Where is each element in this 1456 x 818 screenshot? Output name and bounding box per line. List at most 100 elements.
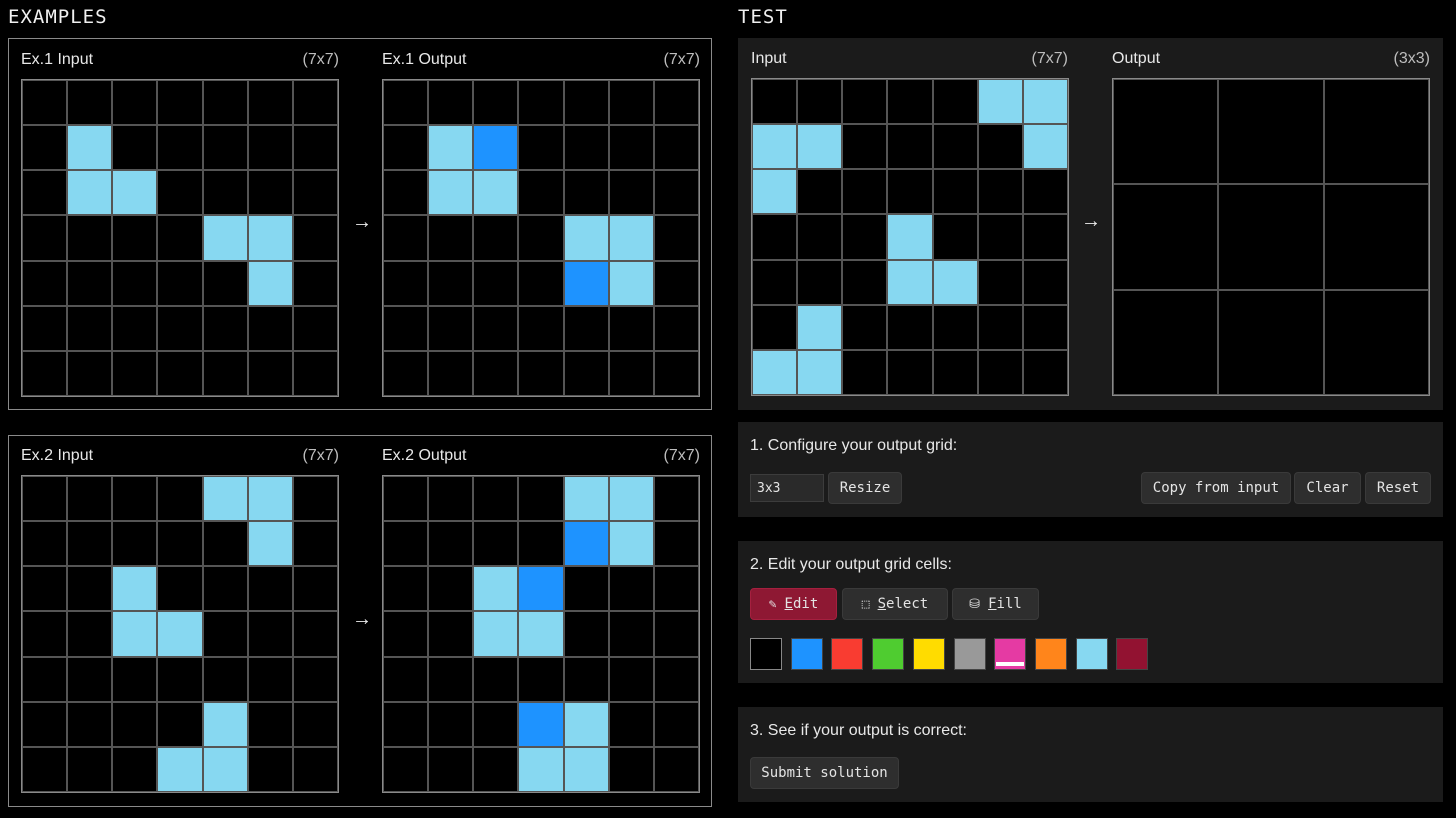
color-swatch[interactable] — [750, 638, 782, 670]
test-input-label: Input — [751, 50, 787, 67]
grid-cell — [842, 304, 888, 350]
grid-cell — [518, 656, 564, 702]
grid-cell — [473, 305, 519, 351]
example-2-output-label: Ex.2 Output — [382, 447, 467, 464]
color-swatch[interactable] — [912, 638, 945, 670]
grid-size-input[interactable] — [750, 474, 824, 502]
grid-cell — [752, 169, 798, 215]
example-2-output-size: (7x7) — [663, 447, 700, 464]
grid-cell — [653, 215, 699, 261]
grid-cell — [247, 125, 293, 171]
fill-tool-button[interactable]: ⛁ Fill — [952, 588, 1039, 620]
grid-cell — [22, 476, 68, 522]
grid-cell — [608, 476, 654, 522]
grid-cell[interactable] — [1218, 184, 1324, 290]
grid-cell — [428, 656, 474, 702]
grid-cell — [428, 476, 474, 522]
grid-cell — [112, 521, 158, 567]
grid-cell — [608, 746, 654, 792]
select-tool-label: elect — [886, 596, 929, 612]
grid-cell — [608, 521, 654, 567]
select-icon: ⬚ — [861, 596, 870, 612]
grid-cell — [608, 611, 654, 657]
test-panel: Input (7x7) → Output (3x3) — [738, 38, 1443, 410]
grid-cell — [247, 476, 293, 522]
grid-cell[interactable] — [1323, 184, 1429, 290]
grid-cell — [887, 259, 933, 305]
grid-cell[interactable] — [1113, 289, 1219, 395]
grid-cell — [292, 260, 338, 306]
grid-cell[interactable] — [1218, 79, 1324, 185]
submit-solution-button[interactable]: Submit solution — [750, 757, 899, 789]
grid-cell — [247, 701, 293, 747]
grid-cell — [428, 521, 474, 567]
fill-tool-label: ill — [996, 596, 1022, 612]
grid-cell[interactable] — [1323, 79, 1429, 185]
grid-cell — [1022, 304, 1068, 350]
grid-cell — [428, 215, 474, 261]
edit-cells-title: 2. Edit your output grid cells: — [750, 556, 952, 573]
grid-cell — [22, 746, 68, 792]
grid-cell — [22, 350, 68, 396]
clear-button[interactable]: Clear — [1294, 472, 1361, 504]
grid-cell — [842, 79, 888, 125]
grid-cell — [247, 656, 293, 702]
grid-cell — [112, 215, 158, 261]
resize-button[interactable]: Resize — [828, 472, 902, 504]
grid-cell[interactable] — [1323, 289, 1429, 395]
grid-cell — [22, 305, 68, 351]
grid-cell — [752, 259, 798, 305]
color-swatch[interactable] — [1075, 638, 1108, 670]
grid-cell — [202, 260, 248, 306]
grid-cell — [653, 746, 699, 792]
grid-cell — [22, 566, 68, 612]
example-1-input-size: (7x7) — [302, 51, 339, 68]
grid-cell — [22, 215, 68, 261]
grid-cell[interactable] — [1218, 289, 1324, 395]
grid-cell — [428, 701, 474, 747]
edit-tool-button[interactable]: ✎ Edit — [750, 588, 837, 620]
color-swatch[interactable] — [1116, 638, 1149, 670]
grid-cell[interactable] — [1113, 79, 1219, 185]
grid-cell — [383, 611, 429, 657]
grid-cell — [157, 170, 203, 216]
grid-cell — [383, 746, 429, 792]
check-output-panel: 3. See if your output is correct: Submit… — [738, 707, 1443, 802]
grid-cell — [202, 215, 248, 261]
test-output-size: (3x3) — [1393, 50, 1430, 67]
grid-cell — [977, 124, 1023, 170]
grid-cell — [653, 260, 699, 306]
grid-cell — [292, 170, 338, 216]
grid-cell — [157, 125, 203, 171]
grid-cell — [112, 701, 158, 747]
color-swatch[interactable] — [790, 638, 823, 670]
color-swatch[interactable] — [872, 638, 905, 670]
grid-cell — [977, 349, 1023, 395]
grid-cell — [932, 79, 978, 125]
color-swatch[interactable] — [831, 638, 864, 670]
grid-cell — [428, 566, 474, 612]
color-swatch[interactable] — [994, 638, 1027, 670]
configure-output-panel: 1. Configure your output grid: Resize Co… — [738, 422, 1443, 517]
grid-cell — [887, 349, 933, 395]
color-swatch[interactable] — [1034, 638, 1067, 670]
example-1-panel: Ex.1 Input (7x7) → Ex.1 Output (7x7) — [8, 38, 712, 410]
grid-cell — [977, 259, 1023, 305]
copy-from-input-button[interactable]: Copy from input — [1141, 472, 1291, 504]
grid-cell — [157, 260, 203, 306]
grid-cell — [653, 350, 699, 396]
grid-cell — [563, 611, 609, 657]
grid-cell — [202, 170, 248, 216]
grid-cell — [383, 701, 429, 747]
select-tool-button[interactable]: ⬚ Select — [842, 588, 948, 620]
grid-cell — [67, 80, 113, 126]
test-output-grid[interactable] — [1112, 78, 1430, 396]
grid-cell — [752, 349, 798, 395]
grid-cell — [518, 476, 564, 522]
grid-cell — [202, 80, 248, 126]
grid-cell[interactable] — [1113, 184, 1219, 290]
grid-cell — [383, 125, 429, 171]
grid-cell — [247, 521, 293, 567]
color-swatch[interactable] — [953, 638, 986, 670]
reset-button[interactable]: Reset — [1365, 472, 1431, 504]
